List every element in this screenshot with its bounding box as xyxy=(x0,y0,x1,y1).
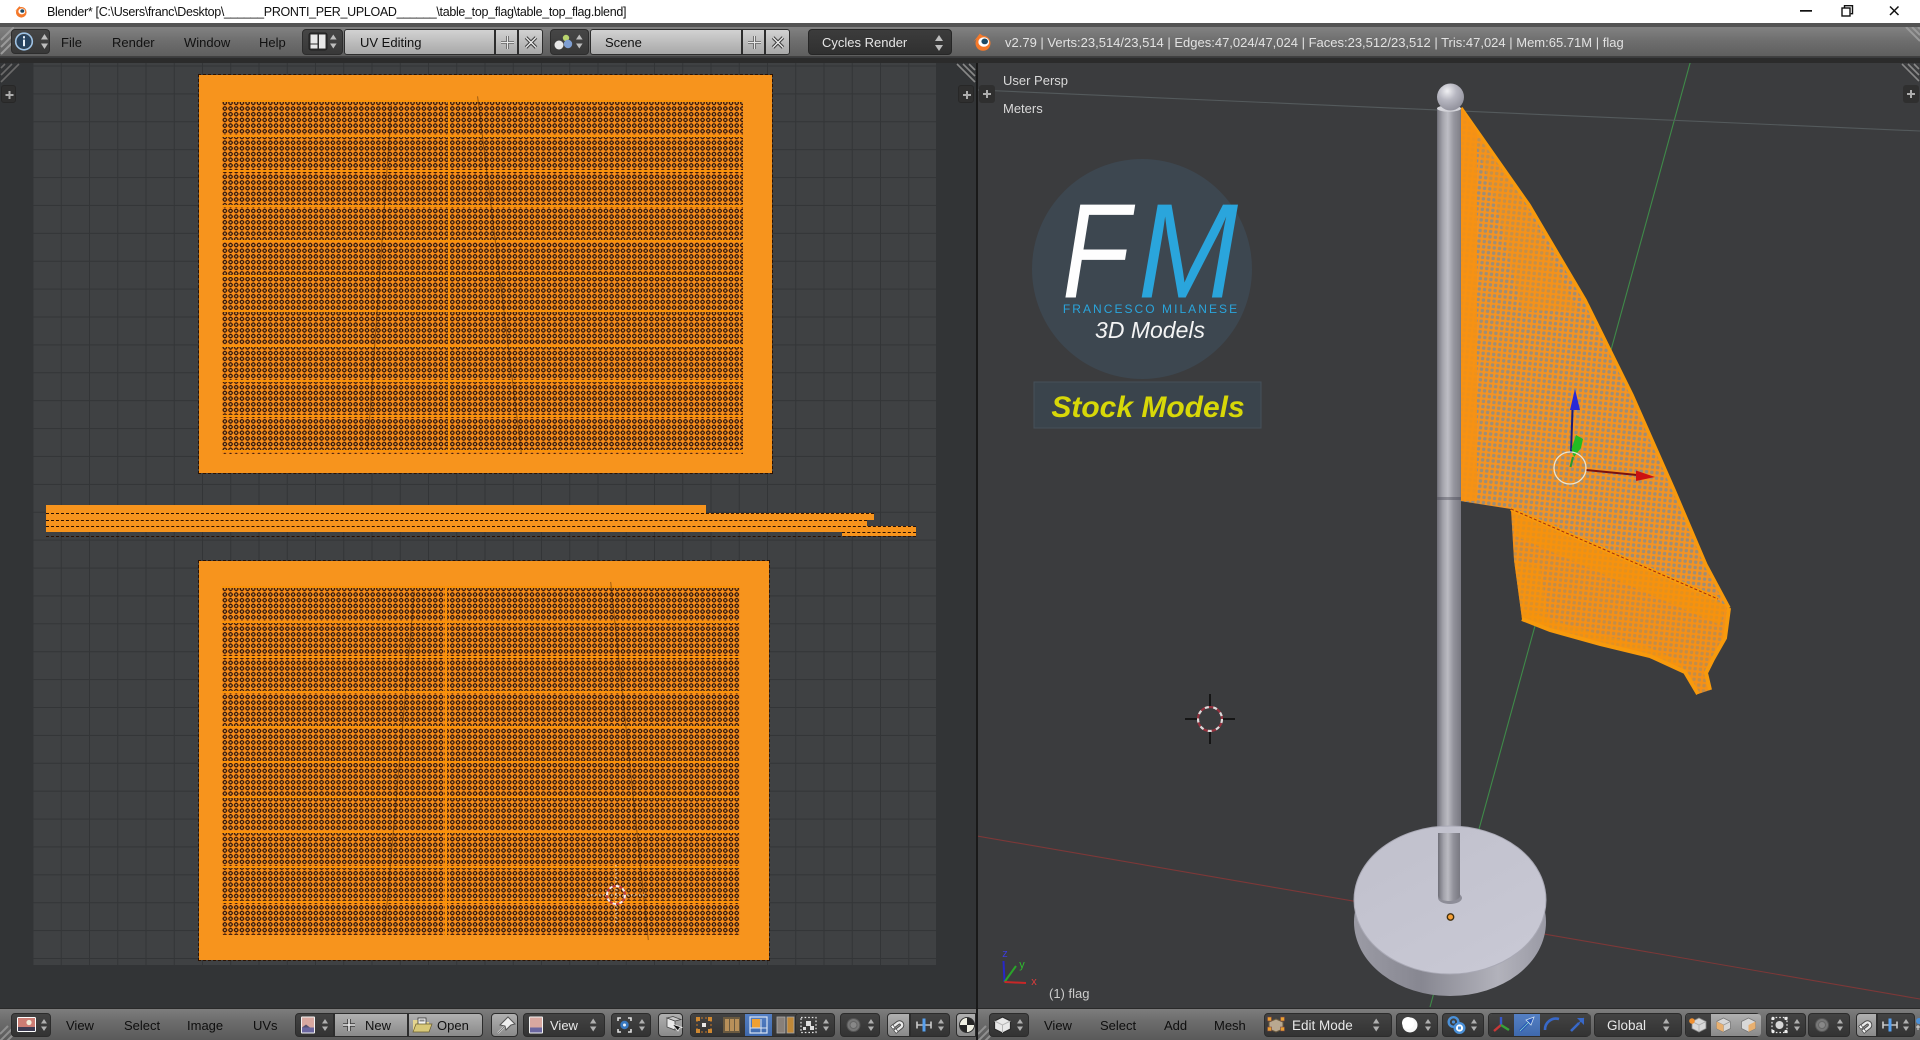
svg-text:View: View xyxy=(550,1018,579,1033)
svg-text:Open: Open xyxy=(437,1018,469,1033)
svg-text:Global: Global xyxy=(1607,1018,1646,1033)
svg-text:3D Models: 3D Models xyxy=(1095,317,1205,343)
svg-text:y: y xyxy=(1019,959,1025,971)
svg-text:FRANCESCO MILANESE: FRANCESCO MILANESE xyxy=(1063,302,1239,316)
svg-text:Edit Mode: Edit Mode xyxy=(1292,1018,1353,1033)
svg-text:x: x xyxy=(1031,976,1037,988)
svg-text:Meters: Meters xyxy=(1003,101,1043,116)
svg-text:(1) flag: (1) flag xyxy=(1049,986,1089,1001)
svg-text:Stock Models: Stock Models xyxy=(1051,391,1244,424)
svg-text:New: New xyxy=(365,1018,392,1033)
svg-text:User Persp: User Persp xyxy=(1003,73,1068,88)
svg-text:z: z xyxy=(1002,948,1008,960)
